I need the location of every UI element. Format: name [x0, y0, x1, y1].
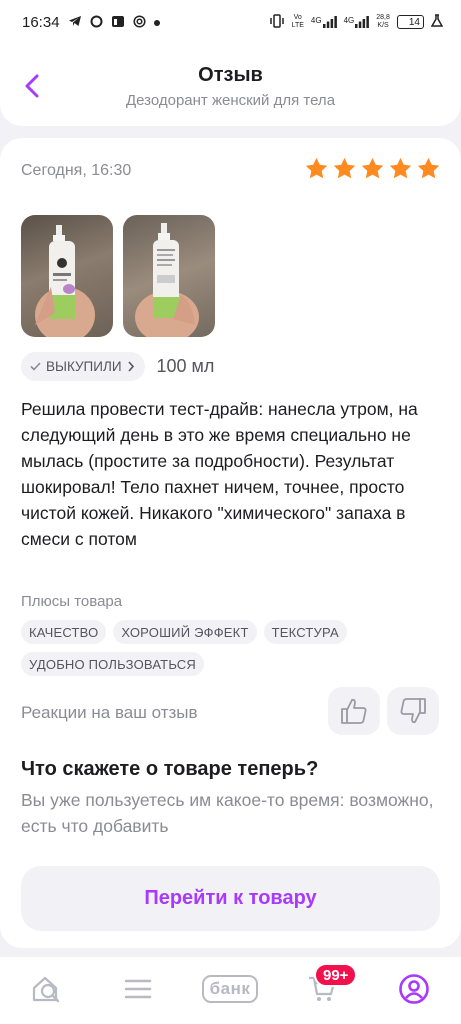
review-badges: ВЫКУПИЛИ 100 мл [21, 352, 214, 381]
checkmark-icon [30, 362, 41, 371]
gallery-icon [111, 15, 125, 30]
battery-icon: 14 [396, 15, 424, 29]
like-button[interactable] [328, 687, 380, 735]
review-photo[interactable] [21, 215, 113, 337]
pros-tag: КАЧЕСТВО [21, 620, 107, 644]
rating-stars [304, 156, 441, 181]
star-icon [361, 157, 384, 179]
go-to-product-button[interactable]: Перейти к товару [21, 866, 440, 931]
home-search-icon [32, 976, 60, 1003]
page-subtitle: Дезодорант женский для тела [125, 92, 336, 109]
bottom-nav: банк [0, 957, 461, 1024]
signal-2: 4G [344, 16, 370, 28]
chevron-right-icon [127, 361, 134, 372]
status-bar: 16:34 Vo LTE 4G 4G 28,8 K/S 14 [0, 0, 461, 44]
review-card: Сегодня, 16:30 ВЫКУПИЛИ 100 мл Решила пр… [0, 138, 461, 948]
vibrate-icon [269, 13, 285, 31]
profile-icon [399, 974, 429, 1004]
review-date: Сегодня, 16:30 [21, 162, 132, 179]
network-speed: 28,8 K/S [376, 14, 390, 29]
nav-home[interactable] [25, 971, 69, 1007]
star-icon [305, 157, 328, 179]
status-time: 16:34 [22, 13, 60, 31]
review-photo[interactable] [123, 215, 215, 337]
star-icon [417, 157, 440, 179]
review-photos [21, 215, 215, 337]
page-title: Отзыв [198, 64, 263, 86]
dot-icon [153, 16, 160, 28]
reactions-label: Реакции на ваш отзыв [21, 703, 198, 722]
bought-chip[interactable]: ВЫКУПИЛИ [21, 352, 145, 381]
nav-bank[interactable]: банк [197, 971, 263, 1007]
pros-label: Плюсы товара [21, 593, 123, 610]
chat-icon [90, 15, 103, 30]
flask-icon [430, 13, 444, 31]
pros-tag: ХОРОШИЙ ЭФФЕКТ [113, 620, 257, 644]
telegram-icon [68, 15, 82, 29]
prompt-text: Вы уже пользуетесь им какое-то время: во… [21, 790, 434, 836]
review-text: Решила провести тест-драйв: нанесла утро… [21, 399, 418, 549]
pros-tag: ТЕКСТУРА [263, 620, 347, 644]
signal-1: 4G [311, 16, 337, 28]
cart-badge: 99+ [314, 963, 358, 987]
star-icon [333, 157, 356, 179]
pros-tag: УДОБНО ПОЛЬЗОВАТЬСЯ [21, 652, 204, 676]
bought-label: ВЫКУПИЛИ [46, 359, 122, 374]
bank-label: банк [201, 975, 259, 1003]
dislike-button[interactable] [387, 687, 439, 735]
pros-tags: КАЧЕСТВО ХОРОШИЙ ЭФФЕКТ ТЕКСТУРА УДОБНО … [21, 620, 441, 676]
nav-catalog[interactable] [116, 971, 160, 1007]
thumbs-down-icon [400, 698, 426, 724]
menu-icon [124, 979, 152, 999]
nav-profile[interactable] [392, 971, 436, 1007]
product-volume: 100 мл [156, 356, 215, 376]
battery-level: 14 [408, 16, 420, 28]
thumbs-up-icon [341, 698, 367, 724]
header: Отзыв Дезодорант женский для тела [0, 44, 461, 126]
vpn-icon [132, 14, 146, 30]
star-icon [389, 157, 412, 179]
prompt-title: Что скажете о товаре теперь? [21, 758, 319, 780]
volte-indicator: Vo LTE [291, 14, 304, 29]
